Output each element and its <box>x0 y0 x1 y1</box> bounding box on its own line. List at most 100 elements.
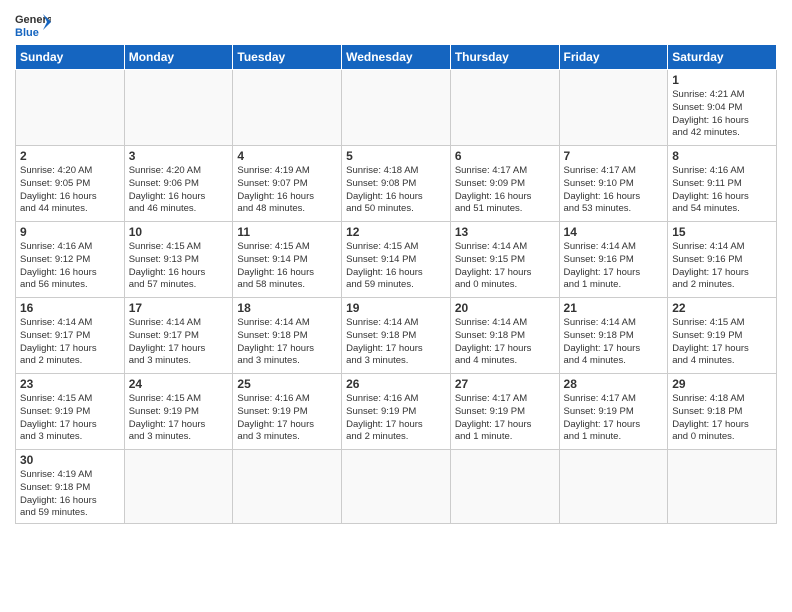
day-info: Sunrise: 4:14 AM Sunset: 9:16 PM Dayligh… <box>672 241 772 292</box>
day-number: 12 <box>346 225 446 239</box>
weekday-header-row: SundayMondayTuesdayWednesdayThursdayFrid… <box>16 45 777 70</box>
day-number: 7 <box>564 149 664 163</box>
day-number: 24 <box>129 377 229 391</box>
day-info: Sunrise: 4:15 AM Sunset: 9:13 PM Dayligh… <box>129 241 229 292</box>
day-number: 8 <box>672 149 772 163</box>
calendar-day-cell: 27 Sunrise: 4:17 AM Sunset: 9:19 PM Dayli… <box>450 374 559 450</box>
calendar-day-cell <box>559 450 668 524</box>
day-number: 4 <box>237 149 337 163</box>
calendar-day-cell: 3 Sunrise: 4:20 AM Sunset: 9:06 PM Daylig… <box>124 146 233 222</box>
day-number: 25 <box>237 377 337 391</box>
calendar-day-cell: 6Sunrise: 4:17 AM Sunset: 9:09 PM Daylig… <box>450 146 559 222</box>
calendar-week-row: 23 Sunrise: 4:15 AM Sunset: 9:19 PM Dayli… <box>16 374 777 450</box>
day-info: Sunrise: 4:20 AM Sunset: 9:05 PM Dayligh… <box>20 165 120 216</box>
day-info: Sunrise: 4:16 AM Sunset: 9:11 PM Dayligh… <box>672 165 772 216</box>
generalblue-logo-icon: General Blue <box>15 10 51 38</box>
weekday-header-thursday: Thursday <box>450 45 559 70</box>
calendar-day-cell: 2 Sunrise: 4:20 AM Sunset: 9:05 PM Daylig… <box>16 146 125 222</box>
day-number: 16 <box>20 301 120 315</box>
day-info: Sunrise: 4:15 AM Sunset: 9:19 PM Dayligh… <box>129 393 229 444</box>
calendar-day-cell: 26Sunrise: 4:16 AM Sunset: 9:19 PM Dayli… <box>342 374 451 450</box>
day-info: Sunrise: 4:16 AM Sunset: 9:12 PM Dayligh… <box>20 241 120 292</box>
day-info: Sunrise: 4:17 AM Sunset: 9:19 PM Dayligh… <box>564 393 664 444</box>
calendar-day-cell: 16 Sunrise: 4:14 AM Sunset: 9:17 PM Dayli… <box>16 298 125 374</box>
day-number: 9 <box>20 225 120 239</box>
day-info: Sunrise: 4:14 AM Sunset: 9:17 PM Dayligh… <box>20 317 120 368</box>
day-number: 3 <box>129 149 229 163</box>
weekday-header-friday: Friday <box>559 45 668 70</box>
calendar-day-cell: 17Sunrise: 4:14 AM Sunset: 9:17 PM Dayli… <box>124 298 233 374</box>
day-info: Sunrise: 4:21 AM Sunset: 9:04 PM Dayligh… <box>672 89 772 140</box>
day-number: 2 <box>20 149 120 163</box>
day-number: 19 <box>346 301 446 315</box>
day-info: Sunrise: 4:14 AM Sunset: 9:18 PM Dayligh… <box>564 317 664 368</box>
calendar-table: SundayMondayTuesdayWednesdayThursdayFrid… <box>15 44 777 524</box>
day-number: 5 <box>346 149 446 163</box>
svg-text:General: General <box>15 14 51 26</box>
day-info: Sunrise: 4:14 AM Sunset: 9:16 PM Dayligh… <box>564 241 664 292</box>
calendar-day-cell: 19Sunrise: 4:14 AM Sunset: 9:18 PM Dayli… <box>342 298 451 374</box>
svg-text:Blue: Blue <box>15 27 39 38</box>
calendar-week-row: 9 Sunrise: 4:16 AM Sunset: 9:12 PM Daylig… <box>16 222 777 298</box>
calendar-day-cell: 10 Sunrise: 4:15 AM Sunset: 9:13 PM Dayli… <box>124 222 233 298</box>
day-info: Sunrise: 4:19 AM Sunset: 9:07 PM Dayligh… <box>237 165 337 216</box>
calendar-day-cell: 5 Sunrise: 4:18 AM Sunset: 9:08 PM Daylig… <box>342 146 451 222</box>
calendar-week-row: 1 Sunrise: 4:21 AM Sunset: 9:04 PM Daylig… <box>16 70 777 146</box>
calendar-day-cell: 7 Sunrise: 4:17 AM Sunset: 9:10 PM Daylig… <box>559 146 668 222</box>
calendar-day-cell <box>124 450 233 524</box>
day-number: 27 <box>455 377 555 391</box>
calendar-day-cell: 12 Sunrise: 4:15 AM Sunset: 9:14 PM Dayli… <box>342 222 451 298</box>
weekday-header-tuesday: Tuesday <box>233 45 342 70</box>
day-info: Sunrise: 4:17 AM Sunset: 9:09 PM Dayligh… <box>455 165 555 216</box>
weekday-header-monday: Monday <box>124 45 233 70</box>
day-info: Sunrise: 4:16 AM Sunset: 9:19 PM Dayligh… <box>346 393 446 444</box>
day-info: Sunrise: 4:17 AM Sunset: 9:10 PM Dayligh… <box>564 165 664 216</box>
day-number: 13 <box>455 225 555 239</box>
day-info: Sunrise: 4:18 AM Sunset: 9:08 PM Dayligh… <box>346 165 446 216</box>
calendar-day-cell <box>559 70 668 146</box>
calendar-day-cell <box>233 450 342 524</box>
calendar-day-cell: 28 Sunrise: 4:17 AM Sunset: 9:19 PM Dayli… <box>559 374 668 450</box>
calendar-day-cell: 4 Sunrise: 4:19 AM Sunset: 9:07 PM Daylig… <box>233 146 342 222</box>
day-number: 17 <box>129 301 229 315</box>
day-info: Sunrise: 4:15 AM Sunset: 9:14 PM Dayligh… <box>346 241 446 292</box>
day-info: Sunrise: 4:16 AM Sunset: 9:19 PM Dayligh… <box>237 393 337 444</box>
calendar-week-row: 16 Sunrise: 4:14 AM Sunset: 9:17 PM Dayli… <box>16 298 777 374</box>
day-number: 30 <box>20 453 120 467</box>
calendar-day-cell <box>124 70 233 146</box>
calendar-day-cell <box>342 450 451 524</box>
day-info: Sunrise: 4:18 AM Sunset: 9:18 PM Dayligh… <box>672 393 772 444</box>
calendar-day-cell <box>450 450 559 524</box>
day-number: 18 <box>237 301 337 315</box>
calendar-day-cell <box>450 70 559 146</box>
calendar-day-cell: 14 Sunrise: 4:14 AM Sunset: 9:16 PM Dayli… <box>559 222 668 298</box>
calendar-day-cell: 20 Sunrise: 4:14 AM Sunset: 9:18 PM Dayli… <box>450 298 559 374</box>
day-number: 1 <box>672 73 772 87</box>
day-info: Sunrise: 4:15 AM Sunset: 9:14 PM Dayligh… <box>237 241 337 292</box>
day-number: 21 <box>564 301 664 315</box>
day-number: 28 <box>564 377 664 391</box>
day-number: 23 <box>20 377 120 391</box>
calendar-day-cell: 23Sunrise: 4:15 AM Sunset: 9:19 PM Dayli… <box>16 374 125 450</box>
day-number: 20 <box>455 301 555 315</box>
calendar-day-cell: 30Sunrise: 4:19 AM Sunset: 9:18 PM Dayli… <box>16 450 125 524</box>
day-info: Sunrise: 4:14 AM Sunset: 9:18 PM Dayligh… <box>455 317 555 368</box>
calendar-day-cell <box>16 70 125 146</box>
day-info: Sunrise: 4:17 AM Sunset: 9:19 PM Dayligh… <box>455 393 555 444</box>
calendar-day-cell: 1 Sunrise: 4:21 AM Sunset: 9:04 PM Daylig… <box>668 70 777 146</box>
day-number: 29 <box>672 377 772 391</box>
calendar-day-cell: 15 Sunrise: 4:14 AM Sunset: 9:16 PM Dayli… <box>668 222 777 298</box>
calendar-day-cell: 18 Sunrise: 4:14 AM Sunset: 9:18 PM Dayli… <box>233 298 342 374</box>
weekday-header-saturday: Saturday <box>668 45 777 70</box>
day-number: 15 <box>672 225 772 239</box>
logo: General Blue <box>15 10 51 38</box>
calendar-day-cell: 13 Sunrise: 4:14 AM Sunset: 9:15 PM Dayli… <box>450 222 559 298</box>
day-number: 10 <box>129 225 229 239</box>
day-info: Sunrise: 4:14 AM Sunset: 9:18 PM Dayligh… <box>237 317 337 368</box>
calendar-week-row: 2 Sunrise: 4:20 AM Sunset: 9:05 PM Daylig… <box>16 146 777 222</box>
day-number: 14 <box>564 225 664 239</box>
calendar-day-cell <box>342 70 451 146</box>
day-info: Sunrise: 4:14 AM Sunset: 9:15 PM Dayligh… <box>455 241 555 292</box>
weekday-header-wednesday: Wednesday <box>342 45 451 70</box>
day-info: Sunrise: 4:20 AM Sunset: 9:06 PM Dayligh… <box>129 165 229 216</box>
